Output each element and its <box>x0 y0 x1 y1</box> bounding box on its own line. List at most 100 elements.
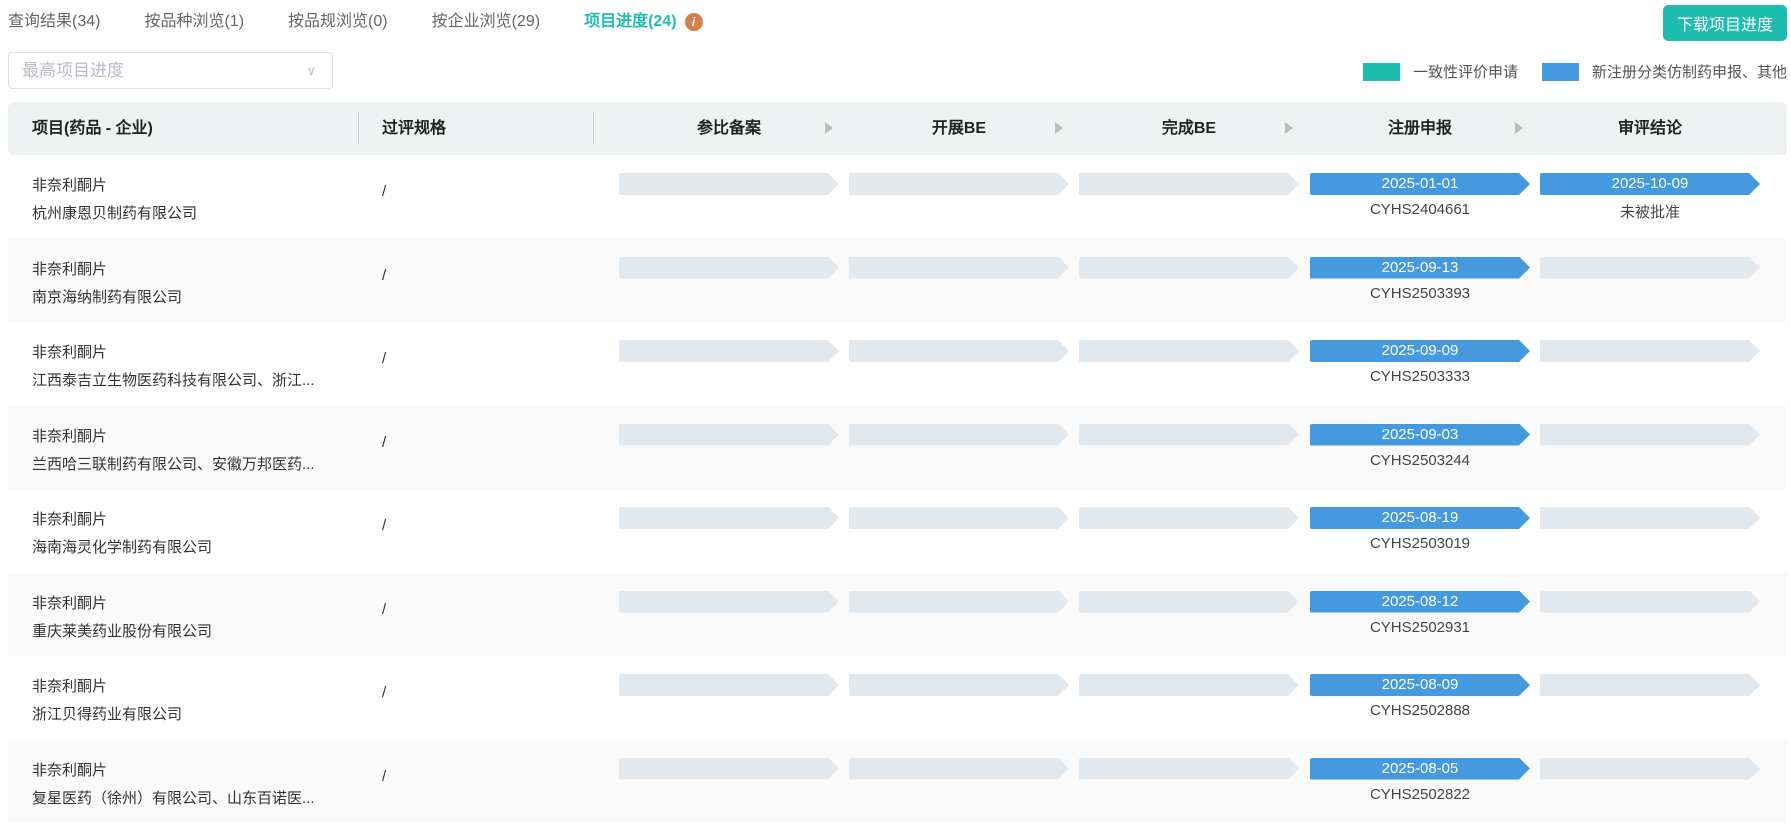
drug-name[interactable]: 非奈利酮片 <box>32 172 197 200</box>
drug-name[interactable]: 非奈利酮片 <box>32 590 212 618</box>
table-row[interactable]: 非奈利酮片 重庆莱美药业股份有限公司 / 2025-08-12 CYHS2502931 <box>8 572 1787 656</box>
stage-cell <box>1079 757 1299 780</box>
drug-name[interactable]: 非奈利酮片 <box>32 673 182 701</box>
registration-code[interactable]: CYHS2502888 <box>1310 702 1530 719</box>
company-name[interactable]: 浙江贝得药业有限公司 <box>32 701 182 729</box>
company-name[interactable]: 江西泰吉立生物医药科技有限公司、浙江... <box>32 367 315 395</box>
tab-query-results[interactable]: 查询结果(34) <box>8 10 100 34</box>
stage-cell <box>619 507 839 529</box>
table-row[interactable]: 非奈利酮片 兰西哈三联制药有限公司、安徽万邦医药... / 2025-09-03 CY… <box>8 405 1787 489</box>
tab-by-company[interactable]: 按企业浏览(29) <box>432 10 540 34</box>
stage-bar-empty <box>849 507 1069 529</box>
stage-cell <box>1079 340 1299 362</box>
company-name[interactable]: 南京海纳制药有限公司 <box>32 284 182 312</box>
stage-cell: 2025-09-03 CYHS2503244 <box>1310 423 1530 469</box>
review-date[interactable]: 2025-10-09 <box>1540 173 1760 195</box>
registration-date[interactable]: 2025-08-09 <box>1310 674 1530 696</box>
stage-bar-empty <box>849 757 1069 780</box>
stage-cell: 2025-08-09 CYHS2502888 <box>1310 674 1530 719</box>
table-row[interactable]: 非奈利酮片 复星医药（徐州）有限公司、山东百诺医... / 2025-08-05 CY… <box>8 739 1787 823</box>
stage-bar-empty <box>619 590 839 613</box>
column-header-registration: 注册申报 <box>1387 120 1452 137</box>
arrow-right-icon <box>1285 122 1293 134</box>
tab-by-variety[interactable]: 按品种浏览(1) <box>144 10 244 34</box>
drug-name[interactable]: 非奈利酮片 <box>32 423 315 451</box>
table-row[interactable]: 非奈利酮片 南京海纳制药有限公司 / 2025-09-13 CYHS2503393 <box>8 238 1787 322</box>
project-cell: 非奈利酮片 杭州康恩贝制药有限公司 <box>32 172 197 228</box>
legend-label: 一致性评价申请 <box>1412 64 1518 81</box>
company-name[interactable]: 复星医药（徐州）有限公司、山东百诺医... <box>32 785 315 813</box>
stage-bar-empty <box>619 674 839 696</box>
registration-code[interactable]: CYHS2503333 <box>1310 368 1530 385</box>
info-icon[interactable]: i <box>684 13 703 31</box>
registration-date[interactable]: 2025-08-12 <box>1310 590 1530 613</box>
registration-date[interactable]: 2025-09-03 <box>1310 423 1530 446</box>
download-progress-button[interactable]: 下载项目进度 <box>1663 5 1787 41</box>
project-cell: 非奈利酮片 海南海灵化学制药有限公司 <box>32 506 212 562</box>
stage-cell <box>1079 173 1299 195</box>
stage-bar-empty <box>1079 173 1299 195</box>
company-name[interactable]: 兰西哈三联制药有限公司、安徽万邦医药... <box>32 451 315 479</box>
spec-cell: / <box>382 517 387 534</box>
company-name[interactable]: 海南海灵化学制药有限公司 <box>32 534 212 562</box>
spec-cell: / <box>382 266 387 284</box>
registration-code[interactable]: CYHS2503393 <box>1310 285 1530 302</box>
chevron-down-icon: ∨ <box>306 63 316 78</box>
registration-code[interactable]: CYHS2502931 <box>1310 619 1530 636</box>
table-header: 项目(药品 - 企业) 过评规格 参比备案 开展BE 完成BE 注册申报 审评结… <box>8 102 1787 155</box>
registration-code[interactable]: CYHS2503244 <box>1310 452 1530 469</box>
registration-date[interactable]: 2025-01-01 <box>1310 173 1530 195</box>
stage-cell <box>619 423 839 446</box>
divider <box>358 112 359 144</box>
column-header-review: 审评结论 <box>1617 120 1682 137</box>
stage-cell <box>849 590 1069 613</box>
review-result: 未被批准 <box>1619 204 1680 221</box>
registration-date[interactable]: 2025-09-09 <box>1310 340 1530 362</box>
registration-date[interactable]: 2025-08-05 <box>1310 757 1530 780</box>
drug-name[interactable]: 非奈利酮片 <box>32 256 182 284</box>
stage-cell <box>1079 423 1299 446</box>
highest-progress-select[interactable]: 最高项目进度 ∨ <box>8 52 333 89</box>
stage-bar-empty <box>619 423 839 446</box>
company-name[interactable]: 重庆莱美药业股份有限公司 <box>32 618 212 646</box>
tab-by-spec[interactable]: 按品规浏览(0) <box>288 10 388 34</box>
project-cell: 非奈利酮片 南京海纳制药有限公司 <box>32 256 182 312</box>
drug-name[interactable]: 非奈利酮片 <box>32 757 315 785</box>
stage-cell: 2025-08-05 CYHS2502822 <box>1310 757 1530 803</box>
stage-bar-empty <box>619 507 839 529</box>
table-row[interactable]: 非奈利酮片 江西泰吉立生物医药科技有限公司、浙江... / 2025-09-09 CY… <box>8 322 1787 406</box>
stage-cell <box>619 757 839 780</box>
drug-name[interactable]: 非奈利酮片 <box>32 339 315 367</box>
stage-bar-empty <box>1079 757 1299 780</box>
table-row[interactable]: 非奈利酮片 杭州康恩贝制药有限公司 /2025-01-01 CYHS2404661 2… <box>8 155 1787 239</box>
registration-code[interactable]: CYHS2502822 <box>1310 786 1530 803</box>
select-placeholder: 最高项目进度 <box>22 61 124 80</box>
company-name[interactable]: 杭州康恩贝制药有限公司 <box>32 200 197 228</box>
stage-bar-empty <box>849 590 1069 613</box>
stage-bar-empty <box>1540 507 1760 529</box>
stage-cell: 2025-01-01 CYHS2404661 <box>1310 173 1530 218</box>
project-cell: 非奈利酮片 兰西哈三联制药有限公司、安徽万邦医药... <box>32 423 315 479</box>
stage-cell: 2025-09-13 CYHS2503393 <box>1310 256 1530 302</box>
table-row[interactable]: 非奈利酮片 浙江贝得药业有限公司 / 2025-08-09 CYHS2502888 <box>8 656 1787 740</box>
stage-bar-empty <box>849 423 1069 446</box>
drug-name[interactable]: 非奈利酮片 <box>32 506 212 534</box>
stage-bar-empty <box>849 340 1069 362</box>
tab-project-progress[interactable]: 项目进度(24) <box>584 10 676 34</box>
spec-cell: / <box>382 684 387 701</box>
stage-cell <box>1540 340 1760 362</box>
stage-bar-empty <box>1540 340 1760 362</box>
registration-code[interactable]: CYHS2404661 <box>1310 201 1530 218</box>
stage-cell <box>619 674 839 696</box>
stage-bar-empty <box>849 674 1069 696</box>
registration-date[interactable]: 2025-08-19 <box>1310 507 1530 529</box>
stage-cell <box>1079 507 1299 529</box>
legend-swatch-consistency <box>1362 62 1400 81</box>
stage-cell <box>1540 423 1760 446</box>
table-row[interactable]: 非奈利酮片 海南海灵化学制药有限公司 / 2025-08-19 CYHS2503019 <box>8 489 1787 573</box>
spec-cell: / <box>382 350 387 367</box>
spec-cell: / <box>382 433 387 451</box>
registration-date[interactable]: 2025-09-13 <box>1310 256 1530 279</box>
spec-cell: / <box>382 767 387 785</box>
registration-code[interactable]: CYHS2503019 <box>1310 535 1530 552</box>
